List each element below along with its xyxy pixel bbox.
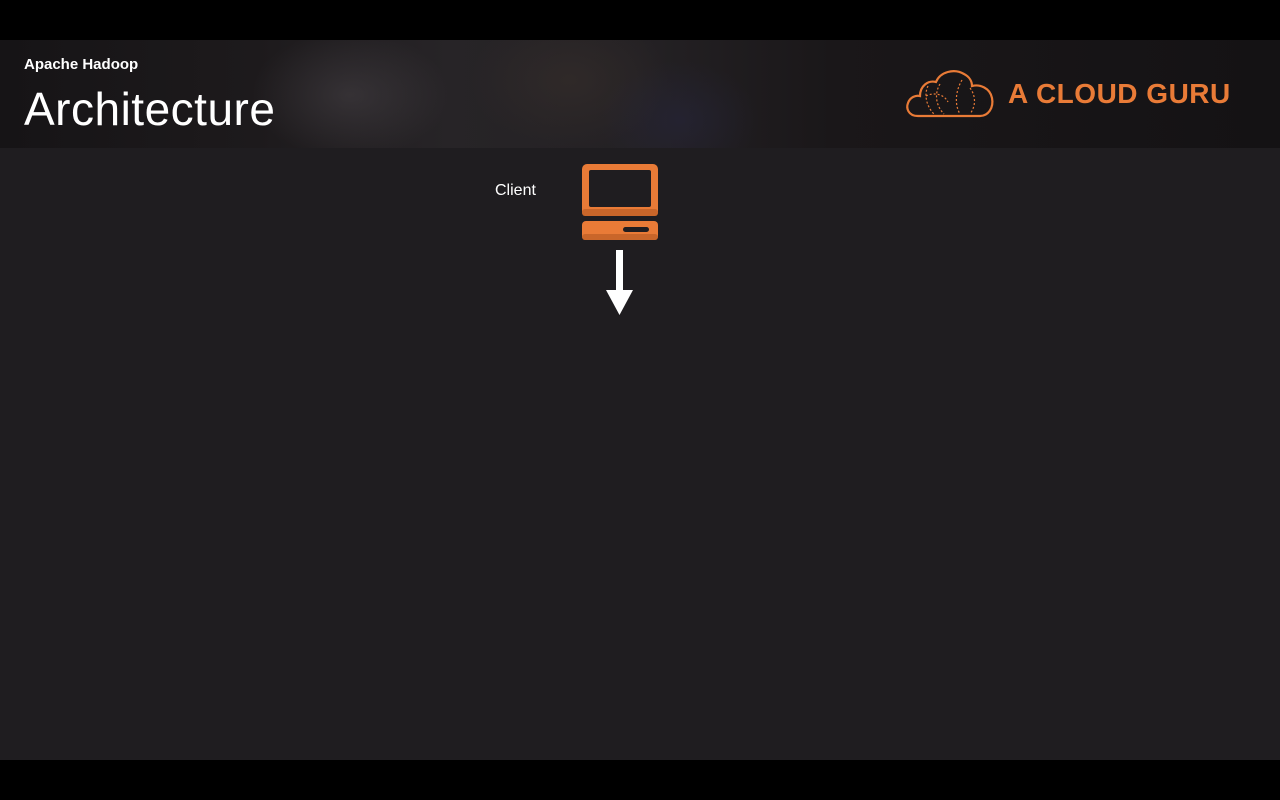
brand-logo-text: A CLOUD GURU [1008, 78, 1231, 109]
letterbox-top [0, 0, 1280, 40]
client-label: Client [495, 182, 536, 199]
slide-subtitle: Apache Hadoop [24, 56, 139, 73]
slide-title: Architecture [24, 83, 276, 135]
cloud-logo-icon [906, 70, 994, 118]
computer-icon [582, 164, 658, 240]
arrow-down-icon [606, 250, 633, 315]
letterbox-bottom [0, 760, 1280, 800]
slide: Apache Hadoop Architecture A CLOUD GURU … [0, 40, 1280, 760]
brand-logo: A CLOUD GURU [904, 66, 1231, 122]
header-background-photo [250, 40, 450, 148]
slide-header: Apache Hadoop Architecture A CLOUD GURU [0, 40, 1280, 148]
